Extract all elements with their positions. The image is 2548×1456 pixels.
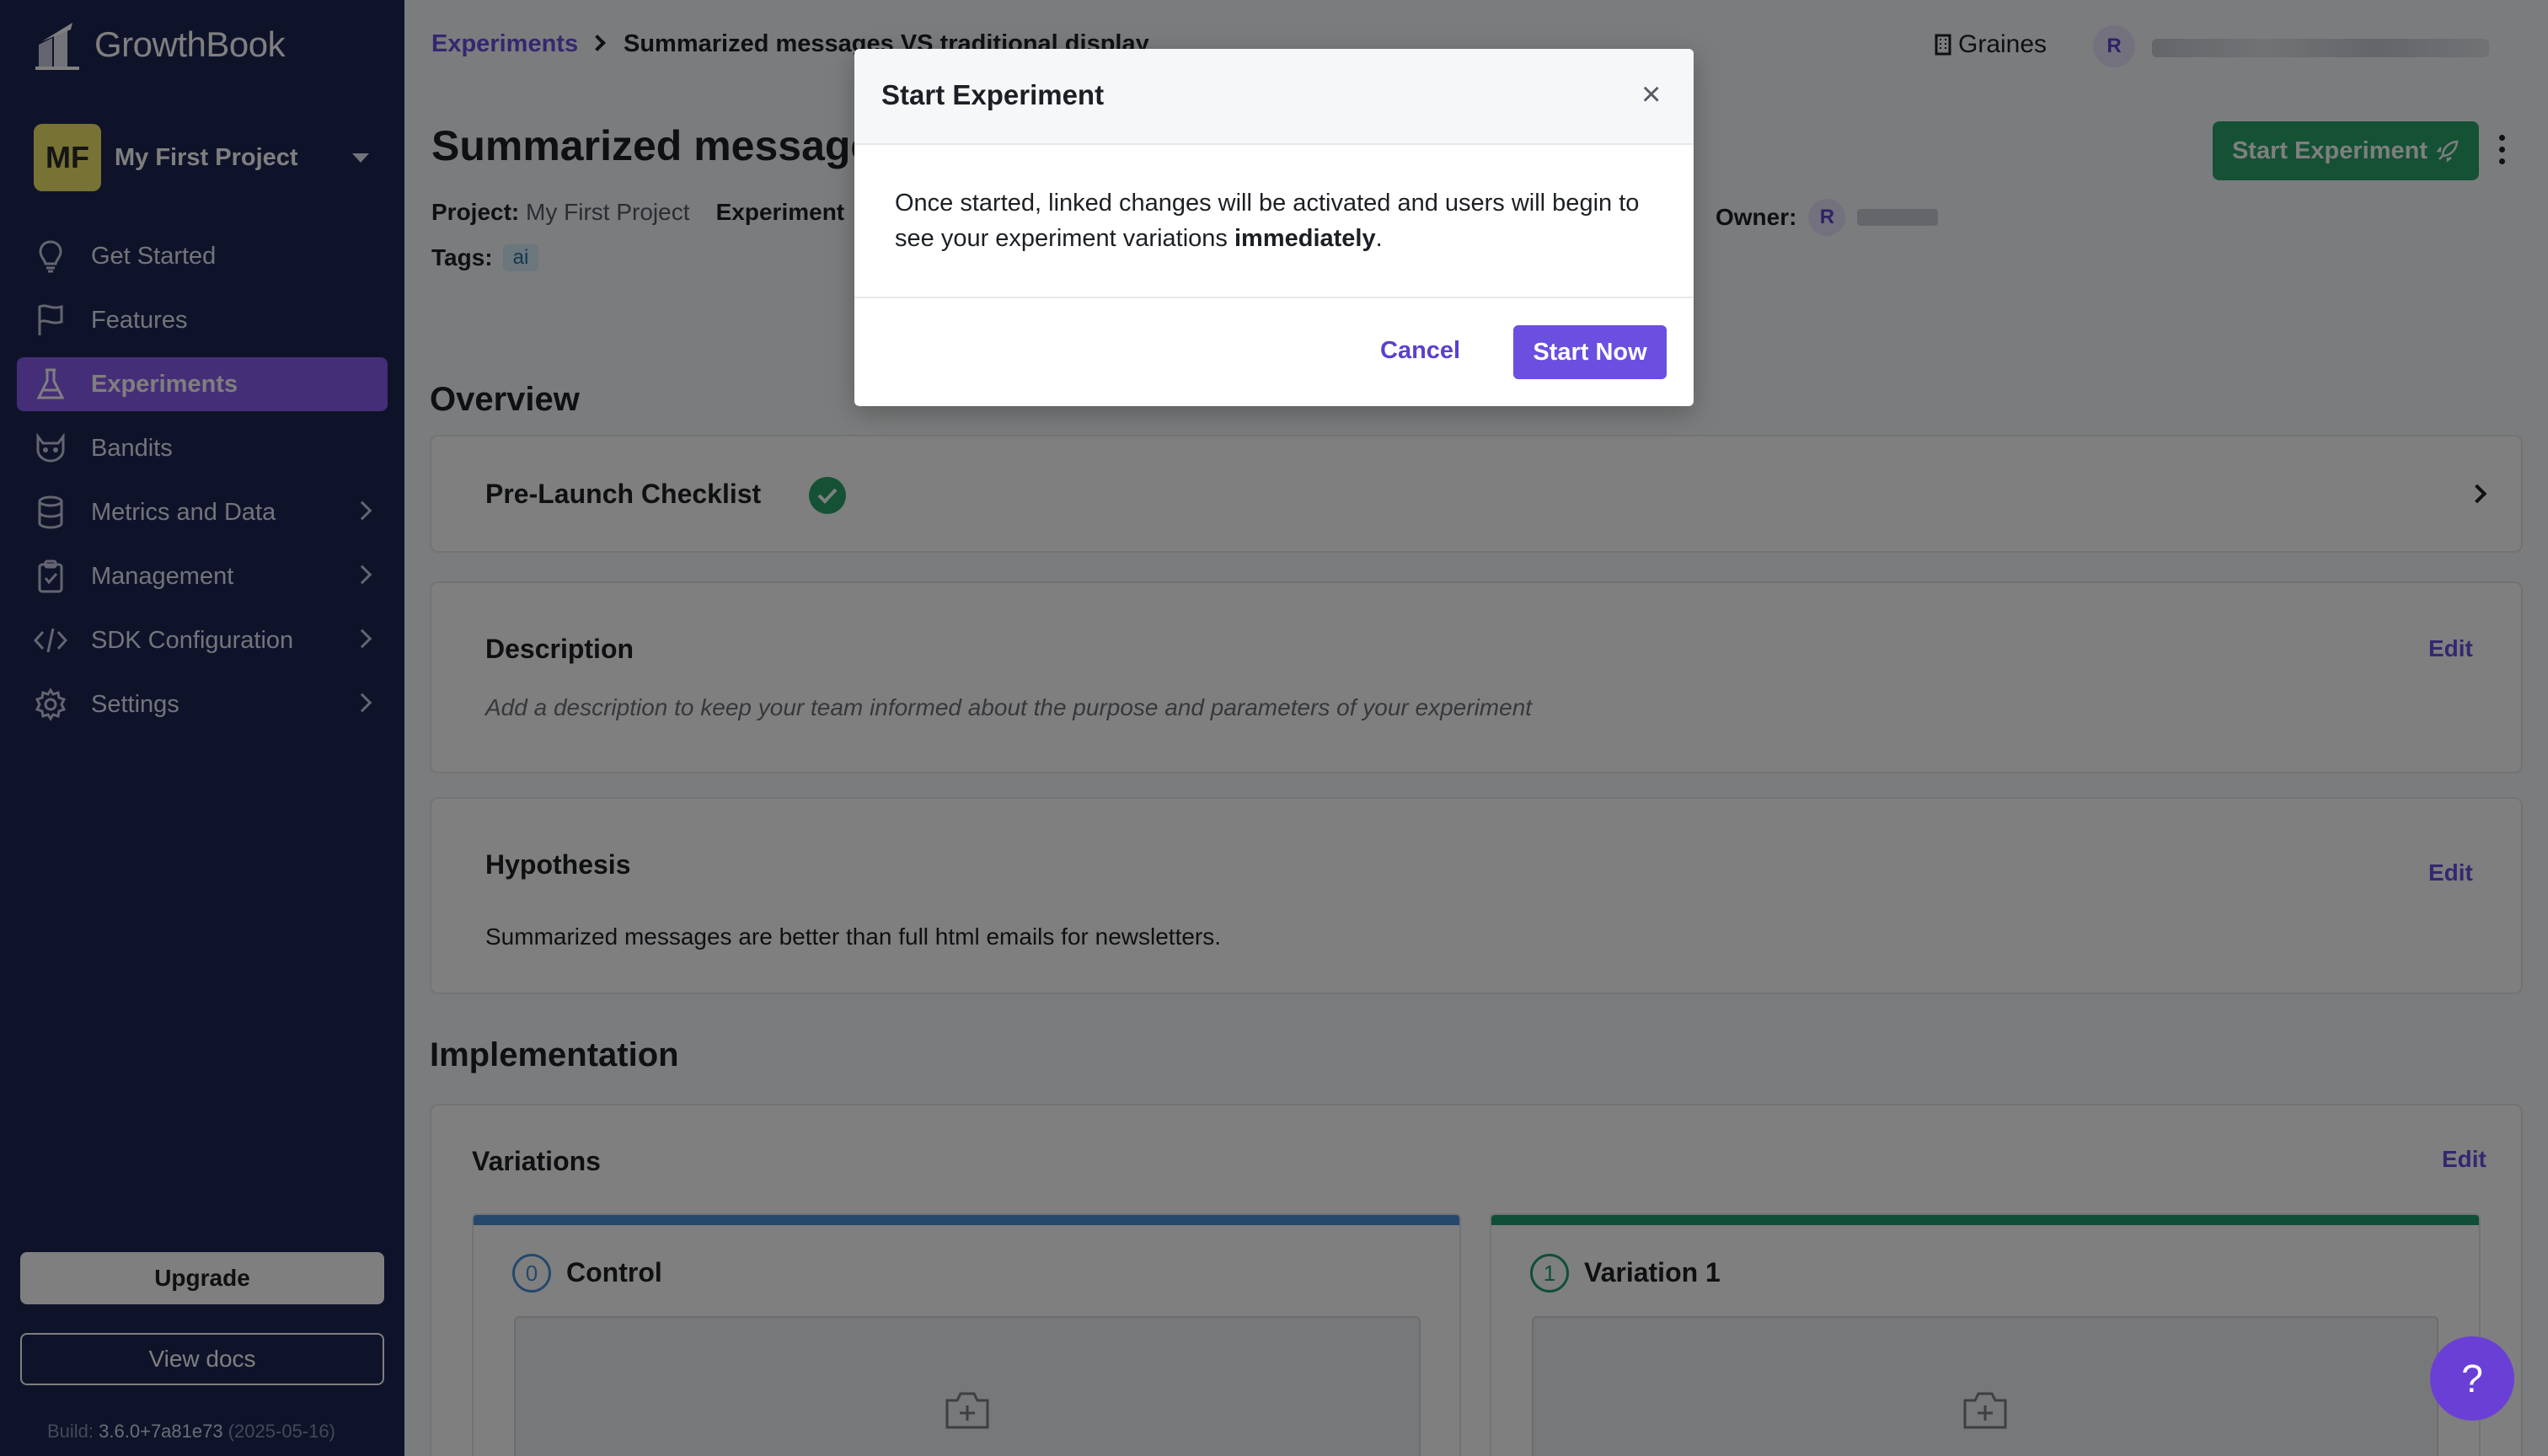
modal-header: Start Experiment × [854, 49, 1694, 145]
help-button[interactable]: ? [2430, 1336, 2514, 1421]
modal-body-emphasis: immediately [1234, 225, 1376, 252]
start-experiment-modal: Start Experiment × Once started, linked … [854, 49, 1694, 406]
modal-body: Once started, linked changes will be act… [895, 185, 1662, 256]
start-now-button[interactable]: Start Now [1513, 325, 1667, 379]
cancel-button[interactable]: Cancel [1380, 337, 1460, 365]
modal-title: Start Experiment [881, 79, 1105, 110]
close-icon[interactable]: × [1641, 78, 1661, 111]
modal-divider [854, 297, 1694, 298]
modal-body-suffix: . [1375, 225, 1383, 252]
